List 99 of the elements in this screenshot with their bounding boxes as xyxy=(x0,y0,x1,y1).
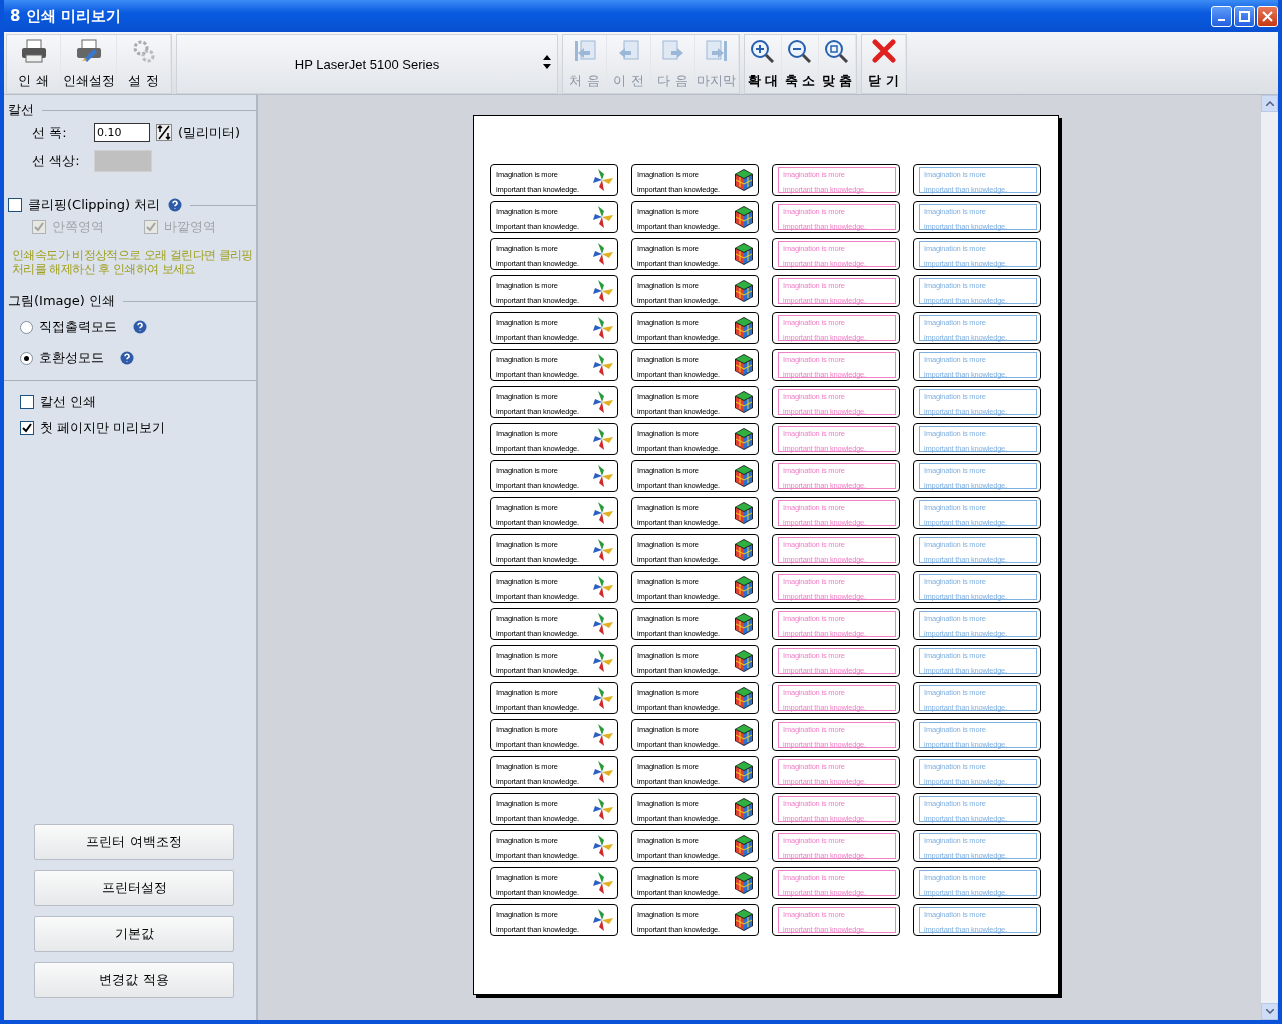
checkbox[interactable] xyxy=(8,198,22,212)
pinwheel-icon xyxy=(592,353,614,377)
cube-icon xyxy=(733,648,755,674)
pinwheel-icon xyxy=(592,279,614,303)
scroll-down-button[interactable] xyxy=(1261,1003,1278,1020)
cube-icon xyxy=(733,574,755,600)
radio-button[interactable] xyxy=(20,351,33,365)
radio-label: 직접출력모드 xyxy=(39,318,117,336)
help-icon[interactable] xyxy=(133,320,147,334)
cube-icon xyxy=(733,204,755,230)
line-width-field[interactable]: 0.10 xyxy=(94,123,150,142)
close-button[interactable] xyxy=(1257,5,1278,27)
pinwheel-icon xyxy=(592,205,614,229)
cube-icon xyxy=(733,796,755,822)
zoom-out-icon xyxy=(787,39,813,63)
cube-icon xyxy=(733,537,755,563)
close-icon xyxy=(870,39,897,63)
cube-icon xyxy=(733,722,755,748)
cube-icon xyxy=(733,833,755,859)
close-icon xyxy=(1262,10,1273,22)
pinwheel-icon xyxy=(592,649,614,673)
cube-icon xyxy=(733,426,755,452)
unit-text: (밀리미터) xyxy=(178,123,241,142)
pinwheel-icon xyxy=(592,871,614,895)
panel-button[interactable]: 프린터 여백조정 xyxy=(34,824,234,860)
cube-icon xyxy=(733,500,755,526)
radio-dot-icon xyxy=(24,355,29,361)
pinwheel-icon xyxy=(592,612,614,636)
field-label: 선 색상: xyxy=(32,152,81,170)
printer-icon xyxy=(75,39,102,63)
cube-icon xyxy=(733,463,755,489)
radio-label: 호환성모드 xyxy=(39,349,104,367)
checkbox[interactable] xyxy=(20,421,34,435)
pinwheel-icon xyxy=(592,723,614,747)
pinwheel-icon xyxy=(592,242,614,266)
caret-up-icon xyxy=(1265,101,1274,106)
checkbox-label: 안쪽영역 xyxy=(52,218,104,236)
pinwheel-icon xyxy=(592,538,614,562)
cube-icon xyxy=(733,241,755,267)
zoom-in-icon xyxy=(750,39,776,63)
toolbar-button[interactable]: 맞 춤 xyxy=(819,35,856,93)
minimize-icon xyxy=(1218,19,1225,21)
cube-icon xyxy=(733,389,755,415)
pinwheel-icon xyxy=(592,760,614,784)
minimize-button[interactable] xyxy=(1211,5,1232,27)
panel-button[interactable]: 프린터설정 xyxy=(34,870,234,906)
cube-icon xyxy=(733,870,755,896)
checkbox[interactable] xyxy=(20,395,34,409)
checkbox-label: 첫 페이지만 미리보기 xyxy=(40,419,166,437)
printer-icon xyxy=(20,39,47,63)
radio-button[interactable] xyxy=(20,320,33,334)
pinwheel-icon xyxy=(592,834,614,858)
pinwheel-icon xyxy=(592,797,614,821)
help-icon[interactable] xyxy=(120,351,134,365)
checkbox-label: 바깥영역 xyxy=(164,218,216,236)
scroll-up-button[interactable] xyxy=(1261,95,1278,112)
panel-button[interactable]: 변경값 적용 xyxy=(34,962,234,998)
checkbox-label: 클리핑(Clipping) 처리 xyxy=(28,196,161,214)
pinwheel-icon xyxy=(592,501,614,525)
toolbar-button[interactable]: 인 쇄 xyxy=(7,35,61,93)
pinwheel-icon xyxy=(592,575,614,599)
last-page-icon xyxy=(703,39,730,63)
help-icon[interactable] xyxy=(168,198,183,212)
toolbar-button[interactable]: 축 소 xyxy=(782,35,819,93)
section-title: 칼선 xyxy=(8,101,34,119)
cube-icon xyxy=(733,315,755,341)
pinwheel-icon xyxy=(592,464,614,488)
close-preview-button[interactable]: 닫 기 xyxy=(862,35,906,93)
cube-icon xyxy=(733,167,755,193)
pinwheel-icon xyxy=(592,168,614,192)
zoom-fit-icon xyxy=(824,39,850,63)
pinwheel-icon xyxy=(592,686,614,710)
scrollbar[interactable] xyxy=(1260,95,1278,1020)
warning-text: 인쇄속도가 비정상적으로 오래 걸린다면 클리핑처리를 해제하신 후 인쇄하여 보세요 xyxy=(12,248,254,276)
section-title: 그림(Image) 인쇄 xyxy=(8,292,115,310)
field-label: 선 폭: xyxy=(32,123,68,142)
checkbox-label: 칼선 인쇄 xyxy=(40,393,97,411)
toolbar-button[interactable]: 확 대 xyxy=(745,35,782,93)
panel-button[interactable]: 기본값 xyxy=(34,916,234,952)
color-swatch[interactable] xyxy=(94,150,152,172)
cube-icon xyxy=(733,685,755,711)
printer-select[interactable]: HP LaserJet 5100 Series xyxy=(176,34,558,94)
cube-icon xyxy=(733,759,755,785)
pinwheel-icon xyxy=(592,908,614,932)
maximize-icon xyxy=(1239,10,1250,22)
maximize-button[interactable] xyxy=(1234,5,1255,27)
pinwheel-icon xyxy=(592,316,614,340)
toolbar-button[interactable]: 인쇄설정 xyxy=(61,35,117,93)
pinwheel-icon xyxy=(592,427,614,451)
window-title: 8 인쇄 미리보기 xyxy=(9,6,121,26)
caret-down-icon xyxy=(1265,1009,1274,1014)
cube-icon xyxy=(733,907,755,933)
cube-icon xyxy=(733,278,755,304)
pinwheel-icon xyxy=(592,390,614,414)
spin-icon[interactable] xyxy=(156,124,172,141)
spinner-arrows-icon xyxy=(543,55,551,69)
cube-icon xyxy=(733,611,755,637)
cube-icon xyxy=(733,352,755,378)
toolbar-button[interactable]: 설 정 xyxy=(117,35,171,93)
